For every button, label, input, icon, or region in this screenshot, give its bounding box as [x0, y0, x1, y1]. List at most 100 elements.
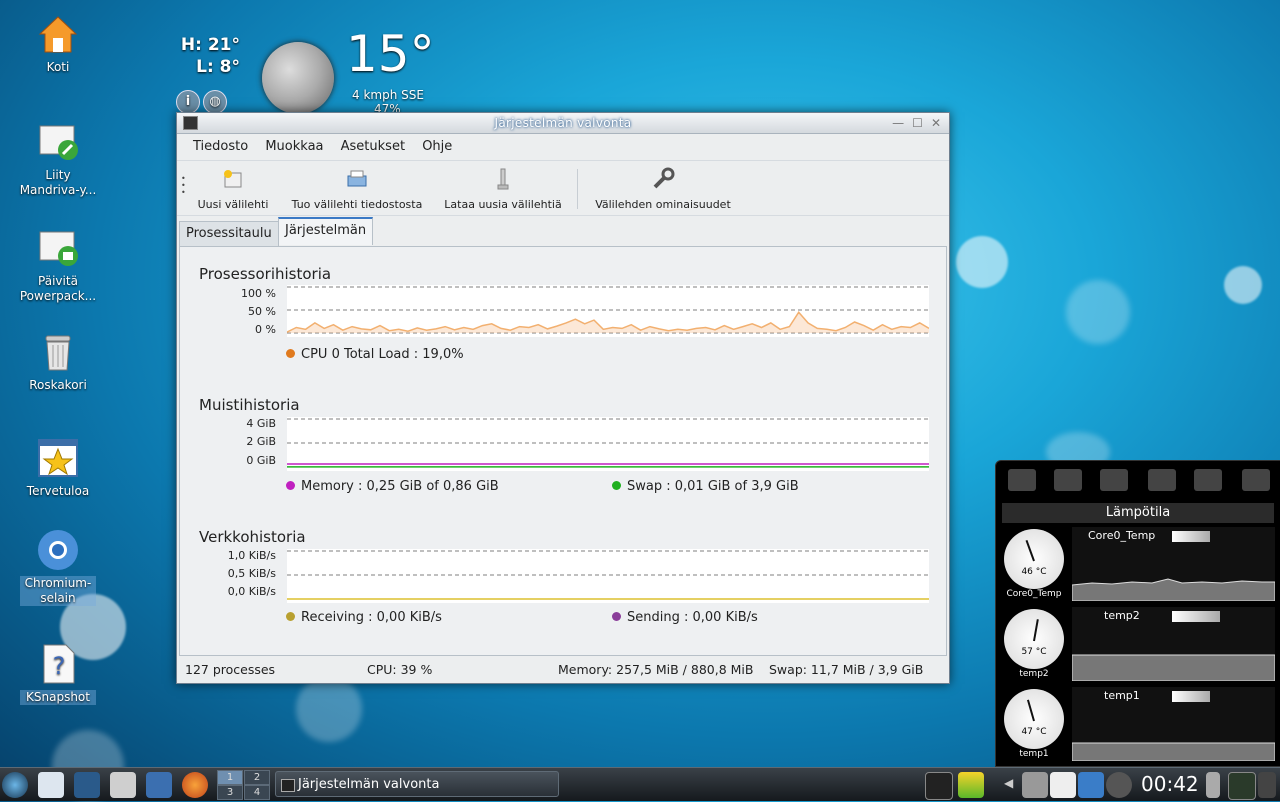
systray-arrow-icon[interactable]: ◀	[1004, 776, 1013, 790]
sending-legend-text: Sending : 0,00 KiB/s	[627, 610, 758, 625]
minimize-icon[interactable]: —	[892, 116, 904, 130]
pager-desktop-3[interactable]: 3	[217, 785, 243, 800]
desktop-icon-join-mandriva[interactable]: Liity Mandriva-y...	[8, 120, 108, 198]
weather-high-low: H: 21° L: 8°	[178, 34, 240, 78]
cpu-chip-icon[interactable]	[1242, 469, 1270, 491]
gauge-needle	[1033, 619, 1039, 642]
sending-legend: Sending : 0,00 KiB/s	[612, 610, 758, 625]
memory-y-label: 2 GiB	[246, 435, 276, 448]
show-desktop-icon[interactable]	[74, 772, 100, 798]
pager-desktop-1[interactable]: 1	[217, 770, 243, 785]
window-title: Järjestelmän valvonta	[494, 116, 632, 130]
weather-humidity: 47%	[374, 102, 401, 112]
receiving-legend: Receiving : 0,00 KiB/s	[286, 610, 442, 625]
info-icon[interactable]: i	[176, 90, 200, 114]
desktop-icon-label: Tervetuloa	[26, 484, 90, 498]
tab-process-table[interactable]: Prosessitaulu	[179, 221, 279, 246]
cpu-legend-dot	[286, 349, 295, 358]
title-bar[interactable]: Järjestelmän valvonta — ☐ ✕	[177, 113, 949, 134]
new-tab-label: Uusi välilehti	[197, 198, 269, 211]
download-tabs-button[interactable]: Lataa uusia välilehtiä	[441, 167, 565, 211]
terminal-icon[interactable]	[925, 772, 953, 800]
tab-system-load[interactable]: Järjestelmän kuorma	[278, 217, 374, 262]
graph-trace	[1072, 654, 1275, 681]
help-icon: ?	[43, 644, 75, 684]
firefox-icon[interactable]	[182, 772, 208, 798]
clipboard-icon[interactable]	[1050, 772, 1076, 798]
cashew-icon[interactable]	[1258, 772, 1276, 798]
cpu-chart	[287, 285, 929, 337]
network-y-label: 0,0 KiB/s	[227, 585, 276, 598]
new-tab-icon	[224, 170, 242, 188]
device-notifier-icon[interactable]	[1206, 772, 1220, 798]
desktop-icon-trash[interactable]: Roskakori	[8, 330, 108, 393]
memory-y-label: 4 GiB	[246, 417, 276, 430]
bokeh-light	[956, 236, 1008, 288]
notifications-info-icon[interactable]	[1106, 772, 1132, 798]
network-y-label: 1,0 KiB/s	[227, 549, 276, 562]
system-monitor-tray-icon[interactable]	[1228, 772, 1256, 800]
pager-desktop-4[interactable]: 4	[244, 785, 270, 800]
taskbar: 1 2 3 4 Järjestelmän valvonta ◀ 00:42	[0, 767, 1280, 801]
new-tab-button[interactable]: Uusi välilehti	[195, 167, 271, 211]
desktop-settings-icon[interactable]	[38, 772, 64, 798]
memory-chart	[287, 417, 929, 471]
gauge-needle	[1025, 539, 1035, 562]
weather-wind: 4 kmph SSE 47%	[352, 88, 424, 112]
status-bar: 127 processes CPU: 39 % Memory: 257,5 Mi…	[177, 657, 949, 683]
network-globe-icon[interactable]	[1148, 469, 1176, 491]
gauge-value: 57 °C	[1021, 647, 1047, 657]
menu-file[interactable]: Tiedosto	[193, 139, 248, 154]
desktop-icon-chromium[interactable]: Chromium- selain	[8, 528, 108, 606]
desktop-icon-label: KSnapshot	[20, 690, 96, 705]
sensor-icon[interactable]	[1100, 469, 1128, 491]
cpu-y-label: 0 %	[255, 323, 276, 336]
clock[interactable]: 00:42	[1141, 771, 1199, 797]
maximize-icon[interactable]: ☐	[912, 116, 923, 130]
tools-icon[interactable]	[110, 772, 136, 798]
terminal-computer-icon[interactable]	[146, 772, 172, 798]
download-tabs-label: Lataa uusia välilehtiä	[444, 198, 562, 211]
pager-desktop-2[interactable]: 2	[244, 770, 270, 785]
toolbar-grip[interactable]: • • •	[181, 175, 187, 197]
network-manager-icon[interactable]	[1078, 772, 1104, 798]
gauge-value: 47 °C	[1021, 727, 1047, 737]
menu-edit[interactable]: Muokkaa	[265, 139, 323, 154]
desktop-icon-label: Roskakori	[29, 378, 87, 392]
volume-icon[interactable]	[1022, 772, 1048, 798]
task-label: Järjestelmän valvonta	[298, 777, 440, 792]
cpu-legend: CPU 0 Total Load : 19,0%	[286, 347, 464, 362]
power-battery-icon[interactable]	[958, 772, 984, 798]
toolbar: • • • Uusi välilehti Tuo välilehti tiedost…	[177, 161, 949, 216]
gauge-needle	[1026, 699, 1035, 722]
desktop-icon-ksnapshot[interactable]: ? KSnapshot	[8, 642, 108, 705]
disk-icon[interactable]	[1008, 469, 1036, 491]
temperature-graph: temp1	[1072, 687, 1275, 761]
globe-icon[interactable]: ◍	[203, 90, 227, 114]
desktop-icon-welcome[interactable]: Tervetuloa	[8, 436, 108, 499]
desktop-icon-home[interactable]: Koti	[8, 12, 108, 75]
menu-settings[interactable]: Asetukset	[341, 139, 405, 154]
wrench-icon	[653, 167, 675, 189]
receiving-legend-dot	[286, 612, 295, 621]
close-icon[interactable]: ✕	[931, 116, 941, 130]
memory-y-label: 0 GiB	[246, 454, 276, 467]
taskbar-task-system-monitor[interactable]: Järjestelmän valvonta	[275, 771, 559, 797]
desktop-icon-update-powerpack[interactable]: Päivitä Powerpack...	[8, 226, 108, 304]
virtual-desktop-pager: 1 2 3 4	[217, 770, 270, 800]
bokeh-light	[296, 676, 362, 742]
memory-icon[interactable]	[1194, 469, 1222, 491]
graph-level-bar	[1172, 611, 1220, 622]
menu-bar: Tiedosto Muokkaa Asetukset Ohje	[177, 134, 949, 161]
swap-legend-dot	[612, 481, 621, 490]
cpu-history-title: Prosessorihistoria	[199, 265, 332, 283]
application-menu-icon[interactable]	[2, 772, 28, 798]
memory-chart-svg	[287, 418, 929, 468]
svg-text:?: ?	[53, 652, 66, 680]
memory-legend: Memory : 0,25 GiB of 0,86 GiB	[286, 479, 499, 494]
harddrive-icon[interactable]	[1054, 469, 1082, 491]
temperature-graph: Core0_Temp	[1072, 527, 1275, 601]
import-tab-button[interactable]: Tuo välilehti tiedostosta	[287, 167, 427, 211]
menu-help[interactable]: Ohje	[422, 139, 452, 154]
tab-properties-button[interactable]: Välilehden ominaisuudet	[591, 167, 735, 211]
